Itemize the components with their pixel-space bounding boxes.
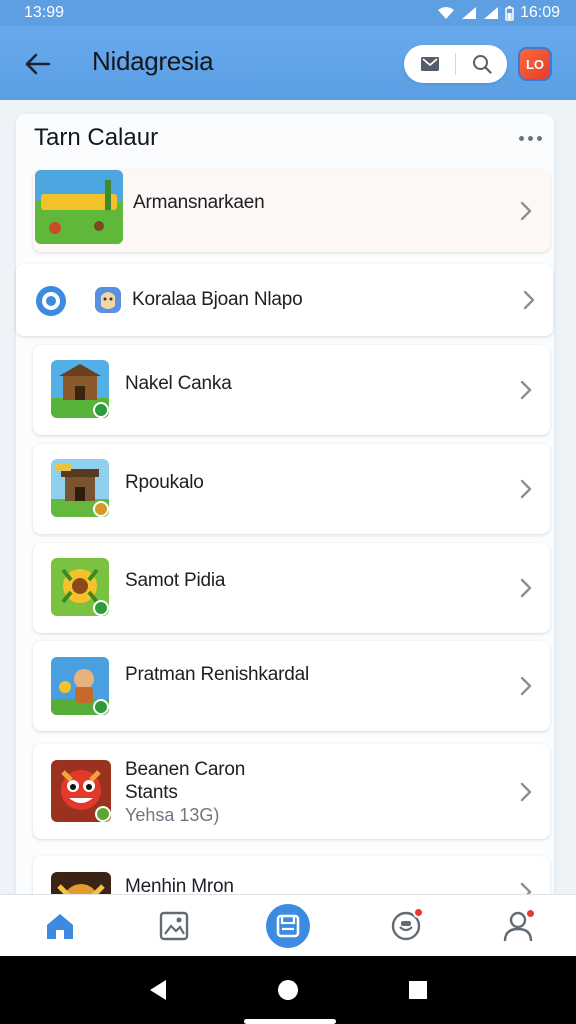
item-text-block: Beanen Caron Stants Yehsa 13G) [125, 758, 245, 827]
list-item[interactable]: Samot Pidia [33, 543, 550, 633]
item-label-line2: Stants [125, 782, 178, 803]
chevron-right-icon [520, 578, 532, 598]
nav-profile[interactable] [494, 903, 542, 949]
chevron-right-icon [520, 380, 532, 400]
verified-badge [95, 806, 111, 822]
circle-home-icon [278, 980, 298, 1000]
home-icon [47, 914, 73, 939]
system-back-button[interactable] [144, 976, 172, 1004]
game-thumbnail [51, 558, 109, 616]
notification-dot [413, 907, 424, 918]
system-recents-button[interactable] [404, 976, 432, 1004]
chevron-right-icon [520, 676, 532, 696]
gesture-bar[interactable] [244, 1019, 336, 1024]
section-title: Tarn Calaur [34, 124, 159, 151]
item-label: Nakel Canka [125, 373, 232, 394]
app-avatar[interactable]: LO [518, 47, 552, 81]
avatar-text: LO [525, 56, 545, 72]
list-item[interactable]: Rpoukalo [33, 444, 550, 534]
triangle-back-icon [150, 980, 166, 1000]
system-nav-bar [0, 956, 576, 1024]
list-item[interactable]: Pratman Renishkardal [33, 641, 550, 731]
battery-icon [505, 5, 514, 21]
signal-icon [461, 7, 476, 19]
app-icon [95, 287, 121, 313]
content-area[interactable]: Tarn Calaur Armansnarkaen Koralaa Bjoan … [0, 100, 576, 894]
gallery-icon [159, 911, 189, 941]
chevron-right-icon [520, 479, 532, 499]
radio-icon [36, 286, 66, 316]
chevron-right-icon [520, 201, 532, 221]
game-thumbnail [51, 360, 109, 418]
item-label: Samot Pidia [125, 570, 226, 591]
game-thumbnail [51, 872, 111, 894]
status-icons: 16:09 [437, 4, 560, 22]
message-button[interactable] [404, 45, 455, 83]
nav-save[interactable] [264, 903, 312, 949]
game-thumbnail [51, 459, 109, 517]
more-button[interactable] [512, 128, 548, 148]
list-item[interactable]: Nakel Canka [33, 345, 550, 435]
verified-badge [93, 600, 109, 616]
mail-icon [420, 57, 439, 71]
list-item[interactable]: Menhin Mron [33, 856, 550, 894]
list-item[interactable]: Koralaa Bjoan Nlapo [16, 264, 553, 336]
nav-home[interactable] [36, 903, 84, 949]
status-bar: 13:99 16:09 [0, 0, 576, 26]
chevron-right-icon [520, 782, 532, 801]
verified-badge [93, 501, 109, 517]
item-label: Pratman Renishkardal [125, 664, 309, 685]
page-title: Nidagresia [92, 46, 214, 76]
nav-chat[interactable] [382, 903, 430, 949]
verified-badge [93, 402, 109, 418]
game-thumbnail [35, 170, 123, 244]
signal-icon-2 [483, 7, 498, 19]
wifi-icon [437, 7, 454, 19]
nav-gallery[interactable] [150, 903, 198, 949]
bottom-nav [0, 894, 576, 956]
item-label: Koralaa Bjoan Nlapo [132, 289, 303, 310]
list-item[interactable]: Armansnarkaen [33, 170, 550, 252]
back-button[interactable] [18, 44, 58, 84]
chevron-right-icon [523, 290, 535, 310]
chevron-right-icon [520, 882, 532, 894]
item-label: Menhin Mron [125, 876, 234, 894]
game-thumbnail [51, 760, 111, 822]
status-time-right: 16:09 [519, 4, 560, 21]
verified-badge [93, 699, 109, 715]
app-bar: Nidagresia LO [0, 26, 576, 100]
save-icon [266, 904, 310, 948]
search-icon [472, 55, 492, 74]
item-subtitle: Yehsa 13G) [125, 805, 220, 825]
item-label: Rpoukalo [125, 472, 204, 493]
notification-dot [525, 908, 536, 919]
list-item[interactable]: Beanen Caron Stants Yehsa 13G) [33, 744, 550, 839]
item-label: Beanen Caron [125, 759, 246, 780]
arrow-left-icon [25, 53, 51, 75]
game-thumbnail [51, 657, 109, 715]
item-label: Armansnarkaen [133, 192, 265, 213]
action-pill [404, 45, 507, 83]
search-button[interactable] [456, 45, 507, 83]
square-recents-icon [409, 981, 427, 999]
system-home-button[interactable] [274, 976, 302, 1004]
status-time-left: 13:99 [24, 4, 65, 21]
